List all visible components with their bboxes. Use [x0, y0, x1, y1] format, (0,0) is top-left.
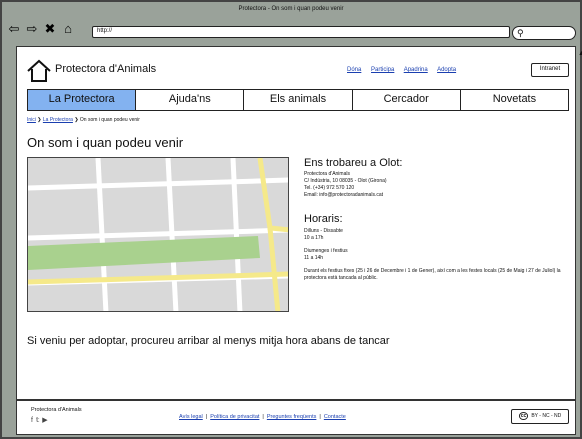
page-viewport: Protectora d'Animals Dóna Participa Apad…	[16, 46, 576, 435]
close-icon[interactable]: ✖	[42, 21, 58, 37]
breadcrumb: Inici ❯ La Protectora ❯ On som i quan po…	[27, 117, 140, 123]
search-icon: ⚲	[517, 28, 524, 38]
top-link-apadrina[interactable]: Apadrina	[404, 67, 428, 73]
footer-link-faq[interactable]: Preguntes freqüents	[267, 414, 317, 420]
footer-org: Protectora d'Animals	[31, 407, 82, 413]
main-nav: La Protectora Ajuda'ns Els animals Cerca…	[27, 89, 569, 111]
site-title[interactable]: Protectora d'Animals	[55, 63, 156, 75]
tab-els-animals[interactable]: Els animals	[244, 90, 353, 110]
footer-divider	[17, 399, 575, 401]
window-title: Protectora - On som i quan podeu venir	[238, 6, 344, 12]
cc-icon: cc	[518, 412, 529, 420]
footer-link-avis-legal[interactable]: Avís legal	[179, 414, 203, 420]
cc-license-badge[interactable]: cc BY - NC - ND	[511, 409, 569, 424]
hours-weekday-days: Dilluns - Dissabte	[304, 228, 343, 234]
footer-separator: |	[319, 414, 321, 420]
tab-la-protectora[interactable]: La Protectora	[28, 90, 137, 110]
breadcrumb-current: On som i quan podeu venir	[79, 117, 140, 123]
hours-sunday-time: 11 a 14h	[304, 255, 324, 261]
page-title: On som i quan podeu venir	[27, 135, 184, 150]
intranet-button[interactable]: Intranet	[531, 63, 569, 77]
house-logo-icon[interactable]	[27, 59, 51, 83]
hours-weekday-time: 10 a 17h	[304, 235, 324, 241]
location-map[interactable]	[27, 157, 289, 312]
location-heading: Ens trobareu a Olot:	[304, 157, 403, 169]
location-email[interactable]: Email: info@protectoradanimals.cat	[304, 192, 572, 199]
footer-link-privacitat[interactable]: Política de privacitat	[210, 414, 259, 420]
scroll-up-icon[interactable]: ▲	[578, 50, 582, 57]
tab-cercador[interactable]: Cercador	[352, 90, 461, 110]
footer-separator: |	[205, 414, 208, 420]
top-link-adopta[interactable]: Adopta	[437, 67, 456, 73]
license-label: BY - NC - ND	[531, 413, 562, 419]
location-address: C/ Indústria, 10 08035 - Olot (Girona)	[304, 178, 387, 184]
social-icons: f𝕥▶	[31, 416, 51, 424]
browser-toolbar: ⇦ ⇨ ✖ ⌂ http:// ⚲	[2, 16, 580, 46]
map-graphic	[28, 158, 288, 311]
browser-search-input[interactable]: ⚲	[512, 26, 576, 40]
tab-novetats[interactable]: Novetats	[460, 90, 569, 110]
tab-ajudans[interactable]: Ajuda'ns	[136, 90, 245, 110]
hours-sunday-days: Diumenges i festius	[304, 248, 348, 254]
adoption-note: Si veniu per adoptar, procureu arribar a…	[27, 335, 390, 347]
footer-links: Avís legal | Política de privacitat | Pregun…	[179, 414, 346, 420]
url-bar[interactable]: http://	[92, 26, 510, 38]
top-link-dona[interactable]: Dóna	[347, 67, 361, 73]
back-arrow-icon[interactable]: ⇦	[6, 21, 22, 37]
location-phone: Tel. (+34) 972 570 120	[304, 185, 355, 191]
contact-info: Ens trobareu a Olot: Protectora d'Animal…	[304, 157, 572, 282]
breadcrumb-la-protectora[interactable]: La Protectora	[43, 117, 73, 123]
footer-separator: |	[262, 414, 264, 420]
footer-link-contacte[interactable]: Contacte	[324, 414, 346, 420]
top-links: Dóna Participa Apadrina Adopta	[347, 67, 464, 73]
home-icon[interactable]: ⌂	[60, 21, 76, 37]
browser-window: Protectora - On som i quan podeu venir ⇦…	[0, 0, 582, 439]
breadcrumb-inici[interactable]: Inici	[27, 117, 36, 123]
hours-heading: Horaris:	[304, 213, 343, 225]
forward-arrow-icon[interactable]: ⇨	[24, 21, 40, 37]
hours-closing-note: Durant els festius fixes (25 i 26 de Dec…	[304, 268, 561, 281]
youtube-icon[interactable]: ▶	[42, 417, 50, 424]
location-name: Protectora d'Animals	[304, 171, 350, 177]
top-link-participa[interactable]: Participa	[371, 67, 394, 73]
